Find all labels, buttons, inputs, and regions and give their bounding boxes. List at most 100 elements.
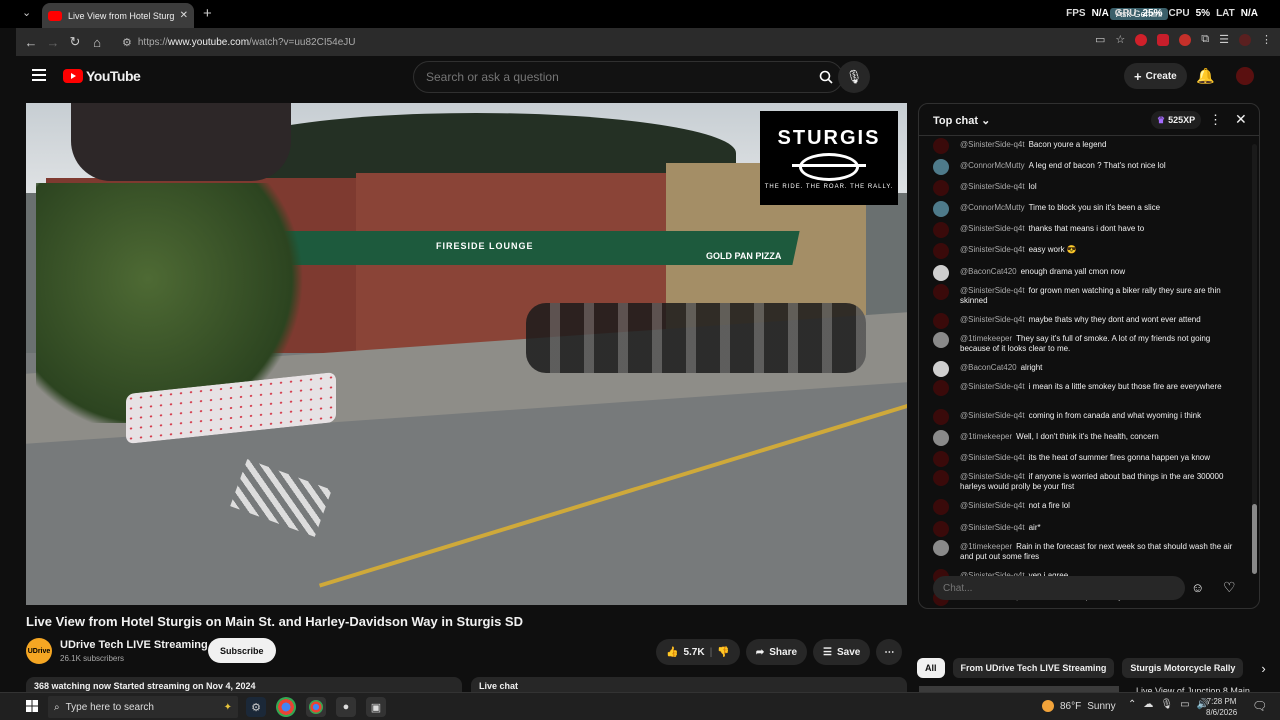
tray-network-icon[interactable]: ▭ [1180, 699, 1189, 710]
chat-author-name[interactable]: @1timekeeper [960, 432, 1012, 441]
tray-cloud-icon[interactable]: ☁ [1143, 699, 1153, 710]
chrome-active-icon[interactable] [306, 697, 326, 717]
weather-widget[interactable]: 86°F Sunny [1042, 700, 1116, 712]
channel-avatar[interactable]: UDrive [26, 638, 52, 664]
chat-author-avatar[interactable] [933, 521, 949, 537]
reading-list-icon[interactable]: ☰ [1219, 33, 1229, 46]
chat-author-avatar[interactable] [933, 380, 949, 396]
taskbar-search[interactable]: ⌕ Type here to search ✦ [48, 696, 238, 718]
chat-author-avatar[interactable] [933, 180, 949, 196]
chat-close-icon[interactable]: ✕ [1235, 111, 1247, 128]
chip-all[interactable]: All [917, 658, 945, 678]
cast-icon[interactable]: ▭ [1095, 33, 1105, 46]
chat-author-name[interactable]: @SinisterSide-q4t [960, 501, 1025, 510]
search-button[interactable] [814, 65, 838, 89]
chat-author-avatar[interactable] [933, 201, 949, 217]
emoji-icon[interactable]: ☺ [1191, 580, 1204, 595]
browser-tab-active[interactable]: Live View from Hotel Sturgis on ✕ [42, 3, 194, 28]
thumbs-down-icon[interactable]: 👎 [717, 647, 729, 658]
chat-author-name[interactable]: @SinisterSide-q4t [960, 224, 1025, 233]
share-button[interactable]: ➦ Share [745, 639, 808, 665]
bookmark-star-icon[interactable]: ☆ [1115, 33, 1125, 46]
steam-icon[interactable]: ⚙ [246, 697, 266, 717]
account-avatar[interactable] [1236, 67, 1254, 85]
task-view-icon[interactable]: ▣ [366, 697, 386, 717]
chat-author-avatar[interactable] [933, 430, 949, 446]
chat-author-name[interactable]: @SinisterSide-q4t [960, 453, 1025, 462]
chat-author-name[interactable]: @SinisterSide-q4t [960, 315, 1025, 324]
profile-avatar-icon[interactable] [1239, 33, 1251, 46]
subscribe-button[interactable]: Subscribe [208, 638, 276, 663]
chat-author-name[interactable]: @SinisterSide-q4t [960, 140, 1025, 149]
chat-author-name[interactable]: @SinisterSide-q4t [960, 382, 1025, 391]
new-tab-plus-icon[interactable]: + [203, 5, 212, 22]
extension-abp-icon[interactable] [1157, 33, 1170, 46]
video-player[interactable]: FIRESIDE LOUNGE GOLD PAN PIZZA STURGIS T… [26, 103, 907, 605]
chat-author-avatar[interactable] [933, 361, 949, 377]
chat-scrollbar[interactable] [1252, 144, 1257, 574]
tab-search-chevron-icon[interactable]: ⌄ [22, 6, 31, 19]
chat-author-avatar[interactable] [933, 451, 949, 467]
forward-arrow-icon[interactable]: → [42, 35, 64, 50]
chat-author-name[interactable]: @1timekeeper [960, 542, 1012, 551]
extension-circle-icon[interactable] [1179, 33, 1192, 46]
chat-author-avatar[interactable] [933, 138, 949, 154]
extension-red-icon[interactable] [1135, 33, 1148, 46]
description-box[interactable]: 368 watching now Started streaming on No… [26, 677, 462, 692]
tray-chevron-up-icon[interactable]: ⌃ [1128, 699, 1136, 710]
notifications-bell-icon[interactable]: 🔔 [1196, 67, 1215, 85]
chat-scrollbar-thumb[interactable] [1252, 504, 1257, 574]
hamburger-menu-icon[interactable] [32, 69, 46, 81]
heart-icon[interactable]: ♡ [1223, 579, 1236, 596]
chat-author-name[interactable]: @1timekeeper [960, 334, 1012, 343]
tab-close-icon[interactable]: ✕ [180, 10, 188, 21]
address-bar[interactable]: ⚙ https://www.youtube.com/watch?v=uu82CI… [116, 32, 1106, 52]
more-actions-button[interactable]: ⋯ [876, 639, 903, 665]
chat-menu-kebab-icon[interactable]: ⋮ [1209, 112, 1222, 128]
create-button[interactable]: + Create [1124, 63, 1187, 89]
home-icon[interactable]: ⌂ [86, 35, 108, 50]
chat-mode-dropdown[interactable]: Top chat ⌄ [933, 114, 990, 127]
channel-name[interactable]: UDrive Tech LIVE Streaming [60, 639, 208, 651]
chat-author-avatar[interactable] [933, 265, 949, 281]
chat-author-avatar[interactable] [933, 499, 949, 515]
chat-author-name[interactable]: @SinisterSide-q4t [960, 523, 1025, 532]
chat-author-avatar[interactable] [933, 159, 949, 175]
chat-author-name[interactable]: @BaconCat420 [960, 363, 1017, 372]
browser-menu-kebab-icon[interactable]: ⋮ [1261, 33, 1272, 46]
chat-author-avatar[interactable] [933, 470, 949, 486]
chat-author-avatar[interactable] [933, 222, 949, 238]
chat-author-name[interactable]: @SinisterSide-q4t [960, 472, 1025, 481]
chevron-right-icon[interactable]: › [1261, 661, 1265, 676]
chat-input[interactable] [933, 576, 1185, 600]
chat-author-name[interactable]: @ConnorMcMutty [960, 203, 1025, 212]
reload-icon[interactable]: ↻ [64, 34, 86, 50]
chat-author-name[interactable]: @ConnorMcMutty [960, 161, 1025, 170]
xp-badge[interactable]: ♛ 525XP [1151, 111, 1202, 129]
chat-author-name[interactable]: @SinisterSide-q4t [960, 245, 1025, 254]
chip-from-channel[interactable]: From UDrive Tech LIVE Streaming [952, 658, 1115, 678]
chat-author-avatar[interactable] [933, 409, 949, 425]
chat-author-avatar[interactable] [933, 540, 949, 556]
chat-author-avatar[interactable] [933, 243, 949, 259]
site-info-icon[interactable]: ⚙ [122, 36, 132, 49]
back-arrow-icon[interactable]: ← [20, 35, 42, 50]
chrome-icon[interactable] [276, 697, 296, 717]
chat-message-list[interactable]: @SinisterSide-q4t Bacon youre a legend @Co… [919, 138, 1249, 606]
obs-icon[interactable]: ● [336, 697, 356, 717]
youtube-logo[interactable]: YouTube [63, 68, 141, 84]
tray-mic-icon[interactable]: 🎙 [1160, 699, 1173, 710]
windows-start-icon[interactable] [26, 700, 38, 712]
chat-author-name[interactable]: @BaconCat420 [960, 267, 1017, 276]
save-button[interactable]: ☰ Save [813, 639, 871, 665]
url-text[interactable]: https://www.youtube.com/watch?v=uu82CI54… [138, 37, 356, 48]
chat-author-name[interactable]: @SinisterSide-q4t [960, 182, 1025, 191]
chat-author-name[interactable]: @SinisterSide-q4t [960, 286, 1025, 295]
notifications-icon[interactable]: 🗨 [1252, 699, 1267, 713]
chat-author-avatar[interactable] [933, 313, 949, 329]
chat-author-avatar[interactable] [933, 332, 949, 348]
chat-author-name[interactable]: @SinisterSide-q4t [960, 411, 1025, 420]
taskbar-clock[interactable]: 7:28 PM 8/6/2026 [1206, 696, 1237, 718]
search-input[interactable] [426, 70, 786, 84]
extensions-puzzle-icon[interactable]: ⧉ [1201, 33, 1209, 46]
